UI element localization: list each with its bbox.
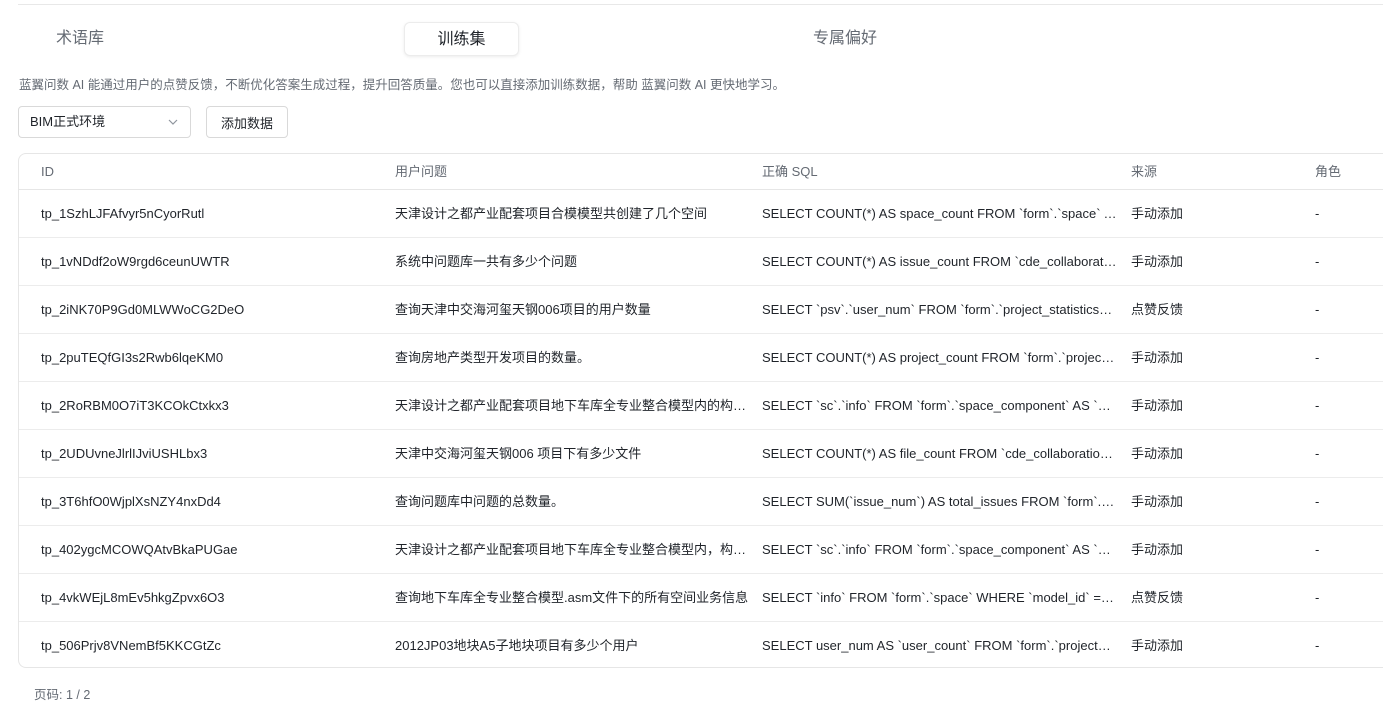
- table-row[interactable]: tp_2iNK70P9Gd0MLWWoCG2DeO 查询天津中交海河玺天钢006…: [19, 286, 1383, 334]
- cell-sql: SELECT COUNT(*) AS issue_count FROM `cde…: [762, 254, 1117, 269]
- cell-question: 查询天津中交海河玺天钢006项目的用户数量: [395, 302, 651, 317]
- environment-select[interactable]: BIM正式环境: [18, 106, 191, 138]
- column-header-question: 用户问题: [395, 164, 448, 179]
- table-row[interactable]: tp_1SzhLJFAfvyr5nCyorRutl 天津设计之都产业配套项目合模…: [19, 190, 1383, 238]
- cell-role: -: [1315, 206, 1320, 221]
- table-row[interactable]: tp_2puTEQfGI3s2Rwb6lqeKM0 查询房地产类型开发项目的数量…: [19, 334, 1383, 382]
- cell-sql: SELECT SUM(`issue_num`) AS total_issues …: [762, 494, 1117, 509]
- cell-question: 天津设计之都产业配套项目合模模型共创建了几个空间: [395, 206, 708, 221]
- cell-sql: SELECT COUNT(*) AS project_count FROM `f…: [762, 350, 1117, 365]
- cell-id: tp_402ygcMCOWQAtvBkaPUGae: [41, 542, 238, 557]
- cell-id: tp_1vNDdf2oW9rgd6ceunUWTR: [41, 254, 230, 269]
- cell-role: -: [1315, 494, 1320, 509]
- table-row[interactable]: tp_3T6hfO0WjplXsNZY4nxDd4 查询问题库中问题的总数量。 …: [19, 478, 1383, 526]
- cell-role: -: [1315, 302, 1320, 317]
- cell-sql: SELECT `psv`.`user_num` FROM `form`.`pro…: [762, 302, 1117, 317]
- add-data-button[interactable]: 添加数据: [206, 106, 288, 138]
- cell-role: -: [1315, 446, 1320, 461]
- cell-id: tp_2UDUvneJlrlIJviUSHLbx3: [41, 446, 208, 461]
- page-description: 蓝翼问数 AI 能通过用户的点赞反馈，不断优化答案生成过程，提升回答质量。您也可…: [19, 78, 785, 92]
- cell-source: 点赞反馈: [1131, 590, 1184, 605]
- environment-select-value: BIM正式环境: [30, 114, 106, 129]
- table-row[interactable]: tp_4vkWEjL8mEv5hkgZpvx6O3 查询地下车库全专业整合模型.…: [19, 574, 1383, 622]
- cell-question: 查询地下车库全专业整合模型.asm文件下的所有空间业务信息: [395, 590, 749, 605]
- cell-question: 天津中交海河玺天钢006 项目下有多少文件: [395, 446, 642, 461]
- cell-role: -: [1315, 590, 1320, 605]
- cell-id: tp_506Prjv8VNemBf5KKCGtZc: [41, 638, 221, 653]
- tab-bar: 术语库 训练集 专属偏好: [0, 22, 1383, 58]
- table-row[interactable]: tp_1vNDdf2oW9rgd6ceunUWTR 系统中问题库一共有多少个问题…: [19, 238, 1383, 286]
- cell-source: 手动添加: [1131, 398, 1184, 413]
- tab-preferences[interactable]: 专属偏好: [800, 22, 890, 56]
- table-row[interactable]: tp_506Prjv8VNemBf5KKCGtZc 2012JP03地块A5子地…: [19, 622, 1383, 667]
- cell-question: 查询问题库中问题的总数量。: [395, 494, 565, 509]
- cell-sql: SELECT `sc`.`info` FROM `form`.`space_co…: [762, 542, 1117, 557]
- cell-source: 手动添加: [1131, 494, 1184, 509]
- cell-role: -: [1315, 638, 1320, 653]
- cell-id: tp_1SzhLJFAfvyr5nCyorRutl: [41, 206, 205, 221]
- table-row[interactable]: tp_2RoRBM0O7iT3KCOkCtxkx3 天津设计之都产业配套项目地下…: [19, 382, 1383, 430]
- cell-question: 2012JP03地块A5子地块项目有多少个用户: [395, 638, 639, 653]
- cell-source: 手动添加: [1131, 638, 1184, 653]
- cell-source: 点赞反馈: [1131, 302, 1184, 317]
- table-row[interactable]: tp_402ygcMCOWQAtvBkaPUGae 天津设计之都产业配套项目地下…: [19, 526, 1383, 574]
- pagination-indicator: 页码: 1 / 2: [34, 688, 91, 702]
- cell-id: tp_2RoRBM0O7iT3KCOkCtxkx3: [41, 398, 229, 413]
- cell-source: 手动添加: [1131, 206, 1184, 221]
- tab-training-set[interactable]: 训练集: [404, 22, 519, 56]
- cell-sql: SELECT `sc`.`info` FROM `form`.`space_co…: [762, 398, 1117, 413]
- cell-question: 查询房地产类型开发项目的数量。: [395, 350, 591, 365]
- table-row[interactable]: tp_2UDUvneJlrlIJviUSHLbx3 天津中交海河玺天钢006 项…: [19, 430, 1383, 478]
- cell-id: tp_2iNK70P9Gd0MLWWoCG2DeO: [41, 302, 245, 317]
- cell-id: tp_2puTEQfGI3s2Rwb6lqeKM0: [41, 350, 224, 365]
- chevron-down-icon: [168, 119, 178, 125]
- cell-role: -: [1315, 350, 1320, 365]
- training-data-table: ID 用户问题 正确 SQL 来源 角色 tp_1SzhLJFAfvyr5nCy…: [18, 153, 1383, 668]
- cell-role: -: [1315, 254, 1320, 269]
- cell-question: 天津设计之都产业配套项目地下车库全专业整合模型内，构件的信息: [395, 542, 749, 557]
- table-header: ID 用户问题 正确 SQL 来源 角色: [19, 154, 1383, 190]
- cell-source: 手动添加: [1131, 350, 1184, 365]
- cell-role: -: [1315, 542, 1320, 557]
- column-header-id: ID: [41, 164, 54, 179]
- column-header-source: 来源: [1131, 164, 1158, 179]
- cell-question: 系统中问题库一共有多少个问题: [395, 254, 578, 269]
- top-divider: [18, 4, 1383, 5]
- tab-glossary[interactable]: 术语库: [40, 22, 120, 56]
- cell-source: 手动添加: [1131, 542, 1184, 557]
- cell-source: 手动添加: [1131, 446, 1184, 461]
- cell-source: 手动添加: [1131, 254, 1184, 269]
- cell-sql: SELECT COUNT(*) AS space_count FROM `for…: [762, 206, 1117, 221]
- cell-id: tp_3T6hfO0WjplXsNZY4nxDd4: [41, 494, 221, 509]
- column-header-sql: 正确 SQL: [762, 164, 818, 179]
- cell-sql: SELECT `info` FROM `form`.`space` WHERE …: [762, 590, 1117, 605]
- cell-question: 天津设计之都产业配套项目地下车库全专业整合模型内的构件有哪些: [395, 398, 749, 413]
- cell-id: tp_4vkWEjL8mEv5hkgZpvx6O3: [41, 590, 225, 605]
- cell-sql: SELECT COUNT(*) AS file_count FROM `cde_…: [762, 446, 1117, 461]
- cell-role: -: [1315, 398, 1320, 413]
- cell-sql: SELECT user_num AS `user_count` FROM `fo…: [762, 638, 1117, 653]
- column-header-role: 角色: [1315, 164, 1342, 179]
